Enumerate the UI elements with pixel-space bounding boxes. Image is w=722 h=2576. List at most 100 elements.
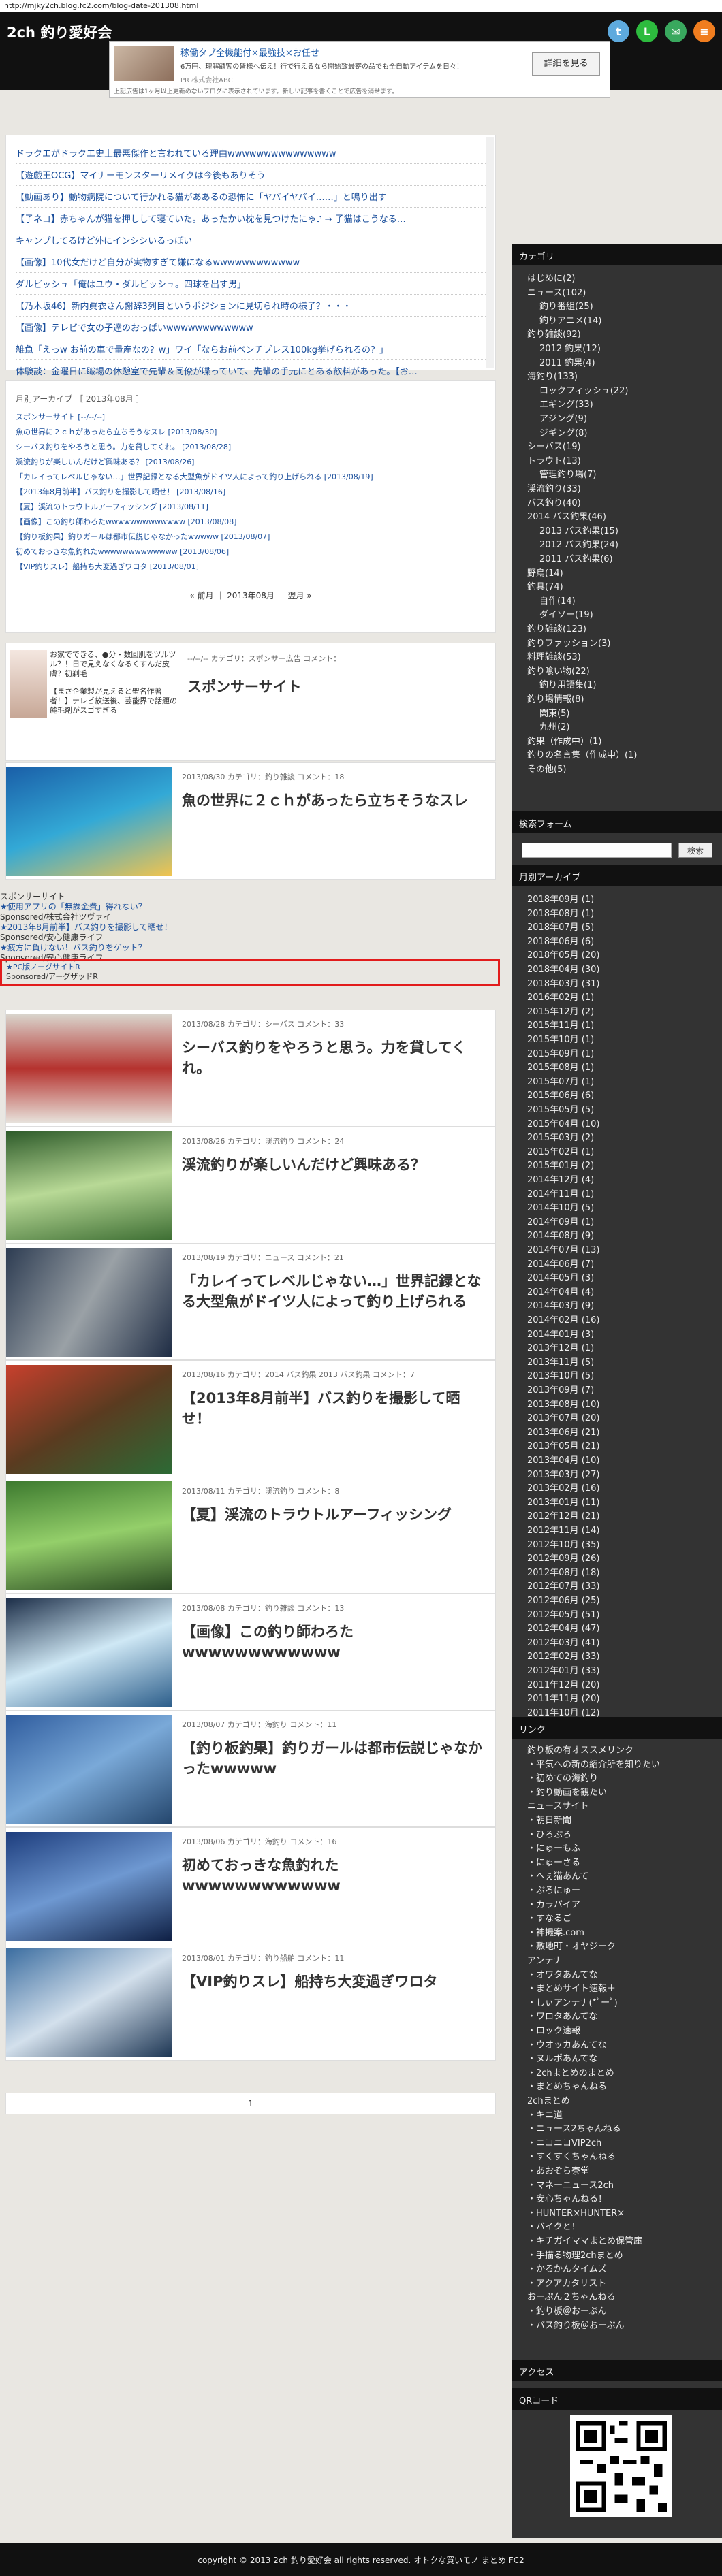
- search-input[interactable]: [522, 843, 672, 858]
- link-item[interactable]: ・2chまとめのまとめ: [527, 2067, 614, 2080]
- archive-sidebar-item[interactable]: 2013年08月 (10): [527, 1398, 599, 1412]
- archive-item[interactable]: 初めておっきな魚釣れたwwwwwwwwwwwww [2013/08/06]: [16, 545, 486, 560]
- link-item[interactable]: ・バス釣り板＠おーぷん: [527, 2319, 624, 2333]
- link-item[interactable]: 2chまとめ: [527, 2095, 570, 2108]
- category-item[interactable]: 釣り喰い物(22): [527, 665, 590, 679]
- sponsor-title[interactable]: スポンサーサイト: [187, 676, 302, 696]
- post-thumbnail[interactable]: [6, 1481, 172, 1590]
- link-item[interactable]: ・ニコニコVIP2ch: [527, 2137, 601, 2151]
- archive-sidebar-item[interactable]: 2015年04月 (10): [527, 1118, 599, 1131]
- category-item[interactable]: バス釣り(40): [527, 497, 581, 511]
- link-item[interactable]: アンテナ: [527, 1954, 562, 1968]
- rss-item[interactable]: 体験談：金曜日に職場の休憩室で先輩＆同僚が喋っていて、先輩の手元にとある飲料があ…: [16, 360, 486, 382]
- post-title[interactable]: 魚の世界に２ｃｈがあったら立ちそうなスレ: [182, 790, 488, 811]
- archive-sidebar-item[interactable]: 2014年09月 (1): [527, 1216, 594, 1229]
- post-title[interactable]: 【2013年8月前半】バス釣りを撮影して晒せ！: [182, 1388, 488, 1429]
- archive-sidebar-item[interactable]: 2015年12月 (2): [527, 1005, 594, 1019]
- category-item[interactable]: 2012 釣果(12): [539, 342, 601, 356]
- category-item[interactable]: 2013 バス釣果(15): [539, 525, 618, 538]
- twitter-icon[interactable]: t: [608, 20, 629, 42]
- link-item[interactable]: ニュースサイト: [527, 1800, 588, 1814]
- archive-sidebar-item[interactable]: 2013年11月 (5): [527, 1356, 594, 1370]
- sponsored-link-2[interactable]: ★2013年8月前半】バス釣りを撮影して晒せ！: [0, 922, 501, 933]
- link-item[interactable]: ・初めての海釣り: [527, 1772, 598, 1786]
- archive-item[interactable]: 【2013年8月前半】バス釣りを撮影して晒せ！ [2013/08/16]: [16, 485, 486, 500]
- rss-item[interactable]: ドラクエがドラクエ史上最悪傑作と言われている理由wwwwwwwwwwwwwww: [16, 142, 486, 164]
- post-thumbnail[interactable]: [6, 1014, 172, 1123]
- archive-sidebar-item[interactable]: 2012年01月 (33): [527, 1664, 599, 1678]
- rss-item[interactable]: 雑魚「えっw お前の車で量産なの？w」ワイ「ならお前ベンチプレス100kg挙げら…: [16, 338, 486, 360]
- archive-item[interactable]: スポンサーサイト [--/--/--]: [16, 410, 486, 425]
- link-item[interactable]: 釣り板の有オススメリンク: [527, 1744, 633, 1758]
- rss-item[interactable]: キャンプしてるけど外にインシシいるっぽい: [16, 229, 486, 251]
- category-item[interactable]: アジング(9): [539, 413, 587, 426]
- archive-sidebar-item[interactable]: 2018年07月 (5): [527, 921, 594, 935]
- post-thumbnail[interactable]: [6, 1948, 172, 2057]
- archive-sidebar-item[interactable]: 2014年06月 (7): [527, 1258, 594, 1272]
- post-title[interactable]: 「カレイってレベルじゃない…」世界記録となる大型魚がドイツ人によって釣り上げられ…: [182, 1271, 488, 1312]
- sponsor-text[interactable]: お家でできる、●分・数回肌をツルツル？！日で見えなくなるくすんだ皮膚？初剃毛 【…: [50, 650, 179, 715]
- archive-sidebar-item[interactable]: 2015年08月 (1): [527, 1061, 594, 1075]
- ad-detail-button[interactable]: 詳細を見る: [532, 52, 600, 76]
- archive-sidebar-item[interactable]: 2013年02月 (16): [527, 1482, 599, 1496]
- link-item[interactable]: ・ヌルポあんてな: [527, 2052, 597, 2066]
- sponsor-text-2[interactable]: 【まさ企業製が見えると聖名作著者！】テレビ放送後、芸能界で話題の麓毛剤がスゴすぎ…: [50, 687, 179, 715]
- archive-sidebar-item[interactable]: 2013年12月 (1): [527, 1342, 594, 1355]
- link-item[interactable]: ・ロック速報: [527, 2025, 580, 2038]
- rss-item[interactable]: 【画像】10代女だけど自分が実物すぎて嫌になるwwwwwwwwwwww: [16, 251, 486, 273]
- archive-sidebar-item[interactable]: 2012年10月 (35): [527, 1539, 599, 1552]
- category-item[interactable]: 釣果（作成中）(1): [527, 735, 601, 749]
- archive-sidebar-item[interactable]: 2012年07月 (33): [527, 1580, 599, 1594]
- category-item[interactable]: 2014 バス釣果(46): [527, 511, 606, 524]
- sponsored-link-3[interactable]: ★疲方に負けない！バス釣りをゲット？: [0, 943, 501, 953]
- archive-item[interactable]: 【画像】この釣り師わろたwwwwwwwwwwwww [2013/08/08]: [16, 515, 486, 530]
- archive-sidebar-item[interactable]: 2013年06月 (21): [527, 1426, 599, 1440]
- archive-sidebar-item[interactable]: 2013年04月 (10): [527, 1454, 599, 1468]
- link-item[interactable]: ・安心ちゃんねる！: [527, 2193, 607, 2206]
- archive-item[interactable]: 【夏】渓流のトラウトルアーフィッシング [2013/08/11]: [16, 500, 486, 515]
- post-thumbnail[interactable]: [6, 1832, 172, 1941]
- category-item[interactable]: その他(5): [527, 763, 566, 777]
- highlighted-sponsored-link[interactable]: ★PC版ノーグサイトR Sponsored/アーグザッドR: [0, 959, 500, 986]
- archive-sidebar-item[interactable]: 2015年06月 (6): [527, 1089, 594, 1103]
- sponsor-image[interactable]: [10, 650, 47, 718]
- category-item[interactable]: 料理雑談(53): [527, 651, 581, 664]
- sponsored-link-1[interactable]: ★使用アプリの「無課金費」得れない？: [0, 902, 501, 912]
- link-item[interactable]: ・まとめサイト速報＋: [527, 1982, 616, 1996]
- post-thumbnail[interactable]: [6, 1598, 172, 1707]
- rss-item[interactable]: 【遊戯王OCG】マイナーモンスターリメイクは今後もありそう: [16, 164, 486, 186]
- archive-sidebar-item[interactable]: 2014年04月 (4): [527, 1286, 594, 1300]
- archive-sidebar-item[interactable]: 2014年01月 (3): [527, 1328, 594, 1342]
- post-title[interactable]: 【画像】この釣り師わろたwwwwwwwwwwww: [182, 1622, 488, 1662]
- link-item[interactable]: ・朝日新聞: [527, 1814, 571, 1828]
- link-item[interactable]: ・バイクと！: [527, 2221, 580, 2234]
- link-item[interactable]: ・かるかんタイムズ: [527, 2263, 607, 2276]
- archive-sidebar-item[interactable]: 2018年06月 (6): [527, 935, 594, 949]
- link-item[interactable]: ・ウオッカあんてな: [527, 2039, 606, 2052]
- link-item[interactable]: ・マネーニュース2ch: [527, 2179, 614, 2193]
- post-title[interactable]: 初めておっきな魚釣れたwwwwwwwwwwww: [182, 1855, 488, 1896]
- archive-sidebar-item[interactable]: 2018年04月 (30): [527, 963, 599, 977]
- archive-sidebar-item[interactable]: 2018年09月 (1): [527, 893, 594, 907]
- archive-sidebar-item[interactable]: 2013年10月 (5): [527, 1370, 594, 1383]
- archive-sidebar-item[interactable]: 2012年03月 (41): [527, 1637, 599, 1650]
- category-item[interactable]: ジギング(8): [539, 427, 587, 440]
- link-item[interactable]: ・へぇ猫あんて: [527, 1870, 588, 1884]
- sponsor-text-1[interactable]: お家でできる、●分・数回肌をツルツル？！日で見えなくなるくすんだ皮膚？初剃毛: [50, 650, 179, 679]
- post-thumbnail[interactable]: [6, 1715, 172, 1824]
- category-item[interactable]: 自作(14): [539, 595, 576, 609]
- archive-sidebar-item[interactable]: 2015年10月 (1): [527, 1033, 594, 1047]
- link-item[interactable]: ・すなるご: [527, 1912, 571, 1926]
- category-item[interactable]: 釣り雑談(92): [527, 328, 581, 342]
- category-item[interactable]: 2012 バス釣果(24): [539, 538, 618, 552]
- link-item[interactable]: ・アクアカタリスト: [527, 2277, 606, 2291]
- category-item[interactable]: 2011 バス釣果(6): [539, 553, 613, 566]
- rss-icon[interactable]: ≡: [693, 20, 715, 42]
- link-item[interactable]: ・キチガイママまとめ保管庫: [527, 2235, 642, 2249]
- archive-item[interactable]: 【VIP釣りスレ】船持ち大変過ぎワロタ [2013/08/01]: [16, 560, 486, 575]
- category-item[interactable]: ロックフィッシュ(22): [539, 385, 628, 398]
- category-item[interactable]: 釣り場情報(8): [527, 693, 584, 707]
- archive-item[interactable]: 魚の世界に２ｃｈがあったら立ちそうなスレ [2013/08/30]: [16, 425, 486, 440]
- link-item[interactable]: ・すくすくちゃんねる: [527, 2151, 616, 2164]
- page-number[interactable]: 1: [248, 2099, 253, 2108]
